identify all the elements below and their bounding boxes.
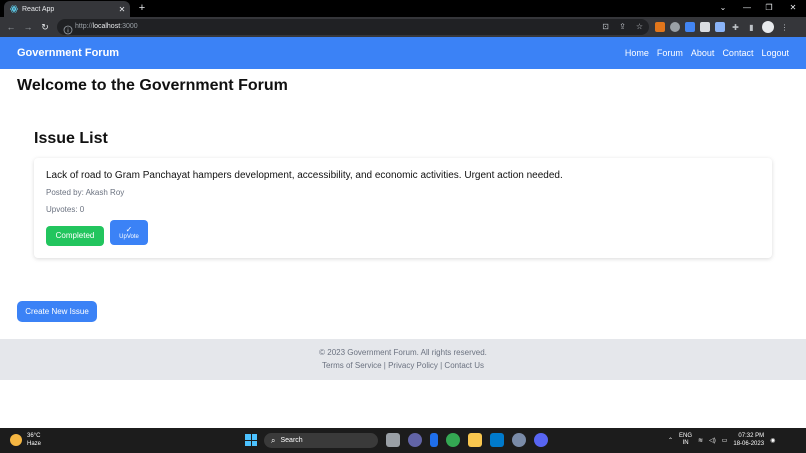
browser-tab[interactable]: React App ✕	[4, 1, 130, 17]
page-title: Welcome to the Government Forum	[17, 77, 288, 94]
site-info-icon[interactable]	[63, 22, 73, 35]
tray-chevron-up-icon[interactable]: ⌃	[668, 437, 673, 444]
search-icon: ⌕	[271, 436, 276, 445]
brand-logo-text[interactable]: Government Forum	[17, 46, 119, 60]
check-icon: ✓	[125, 225, 133, 234]
reload-icon[interactable]: ↻	[39, 21, 51, 33]
issue-author: Posted by: Akash Roy	[46, 188, 125, 197]
address-bar[interactable]: http://localhost:3000 ⊡ ⇪ ☆	[57, 19, 649, 35]
url-port: :3000	[120, 23, 138, 30]
bing-app-icon[interactable]	[430, 433, 438, 447]
language-indicator[interactable]: ENG IN	[679, 433, 692, 447]
system-tray: ⌃ ENG IN ≋ ◁) ▭ 07:32 PM 18-06-2023 ◉	[668, 432, 775, 448]
nav-link-home[interactable]: Home	[625, 47, 649, 59]
nav-link-about[interactable]: About	[691, 47, 715, 59]
tab-close-icon[interactable]: ✕	[117, 5, 127, 14]
issue-list-heading: Issue List	[34, 130, 108, 147]
extension-icon[interactable]	[700, 22, 710, 32]
upvote-label: UpVote	[119, 234, 139, 240]
contact-us-link[interactable]: Contact Us	[444, 361, 484, 370]
extensions-puzzle-icon[interactable]: ✚	[730, 22, 741, 33]
app-navbar: Government Forum Home Forum About Contac…	[0, 37, 806, 69]
metamask-extension-icon[interactable]	[655, 22, 665, 32]
discord-app-icon[interactable]	[534, 433, 548, 447]
extension-icon[interactable]	[685, 22, 695, 32]
wifi-icon[interactable]: ≋	[698, 437, 703, 444]
weather-temperature: 36°C	[27, 433, 41, 439]
file-explorer-app-icon[interactable]	[386, 433, 400, 447]
terms-of-service-link[interactable]: Terms of Service	[322, 361, 382, 370]
issue-upvote-count: Upvotes: 0	[46, 205, 85, 214]
completed-button[interactable]: Completed	[46, 226, 104, 246]
react-logo-icon	[10, 5, 18, 13]
folder-app-icon[interactable]	[468, 433, 482, 447]
battery-icon[interactable]: ▭	[722, 437, 728, 444]
nav-links: Home Forum About Contact Logout	[625, 47, 789, 59]
page-footer: © 2023 Government Forum. All rights rese…	[0, 339, 806, 380]
weather-condition: Haze	[27, 441, 42, 447]
nav-link-contact[interactable]: Contact	[722, 47, 753, 59]
tab-search-chevron-icon[interactable]: ⌄	[716, 2, 730, 14]
notification-icon[interactable]: ◉	[770, 437, 775, 444]
taskbar-clock[interactable]: 07:32 PM 18-06-2023	[733, 432, 764, 448]
url-scheme: http://	[75, 23, 93, 30]
windows-taskbar: 36°C Haze ⌕ Search ⌃ ENG IN ≋ ◁) ▭ 07:32 …	[0, 428, 806, 453]
profile-avatar[interactable]	[762, 21, 774, 33]
upvote-button[interactable]: ✓ UpVote	[110, 220, 148, 245]
new-tab-button[interactable]: +	[136, 2, 148, 14]
share-icon[interactable]: ⇪	[617, 21, 628, 32]
url-host: localhost	[92, 23, 121, 30]
taskbar-search-label: Search	[280, 437, 303, 444]
browser-toolbar: ← → ↻ http://localhost:3000 ⊡ ⇪ ☆ ✚ ▮ ⋮	[0, 17, 806, 37]
nav-link-logout[interactable]: Logout	[761, 47, 789, 59]
minimize-icon[interactable]: —	[740, 2, 754, 14]
weather-widget[interactable]: 36°C Haze	[10, 432, 41, 448]
nav-link-forum[interactable]: Forum	[657, 47, 683, 59]
forward-arrow-icon[interactable]: →	[22, 21, 34, 33]
teams-chat-app-icon[interactable]	[408, 433, 422, 447]
side-panel-icon[interactable]: ▮	[746, 22, 757, 33]
issue-description: Lack of road to Gram Panchayat hampers d…	[46, 170, 563, 181]
footer-links: Terms of Service | Privacy Policy | Cont…	[0, 361, 806, 371]
url-text: http://localhost:3000	[75, 22, 138, 32]
volume-icon[interactable]: ◁)	[709, 437, 716, 444]
haze-sun-icon	[10, 434, 22, 446]
restore-icon[interactable]: ❐	[762, 2, 776, 14]
browser-tabstrip: React App ✕ + ⌄ — ❐ ✕	[0, 0, 806, 17]
extension-icon[interactable]	[715, 22, 725, 32]
chrome-app-icon[interactable]	[446, 433, 460, 447]
settings-app-icon[interactable]	[512, 433, 526, 447]
install-app-icon[interactable]: ⊡	[600, 21, 611, 32]
privacy-policy-link[interactable]: Privacy Policy	[388, 361, 438, 370]
windows-start-icon[interactable]	[245, 434, 257, 446]
footer-copyright: © 2023 Government Forum. All rights rese…	[319, 348, 487, 357]
back-arrow-icon[interactable]: ←	[5, 21, 17, 33]
tab-title: React App	[22, 5, 55, 13]
issue-card: Lack of road to Gram Panchayat hampers d…	[34, 158, 772, 258]
extension-icon[interactable]	[670, 22, 680, 32]
create-new-issue-button[interactable]: Create New Issue	[17, 301, 97, 322]
window-close-icon[interactable]: ✕	[786, 2, 800, 14]
browser-menu-icon[interactable]: ⋮	[779, 22, 790, 33]
bookmark-star-icon[interactable]: ☆	[634, 21, 645, 32]
taskbar-search[interactable]: ⌕ Search	[264, 433, 378, 448]
vscode-app-icon[interactable]	[490, 433, 504, 447]
